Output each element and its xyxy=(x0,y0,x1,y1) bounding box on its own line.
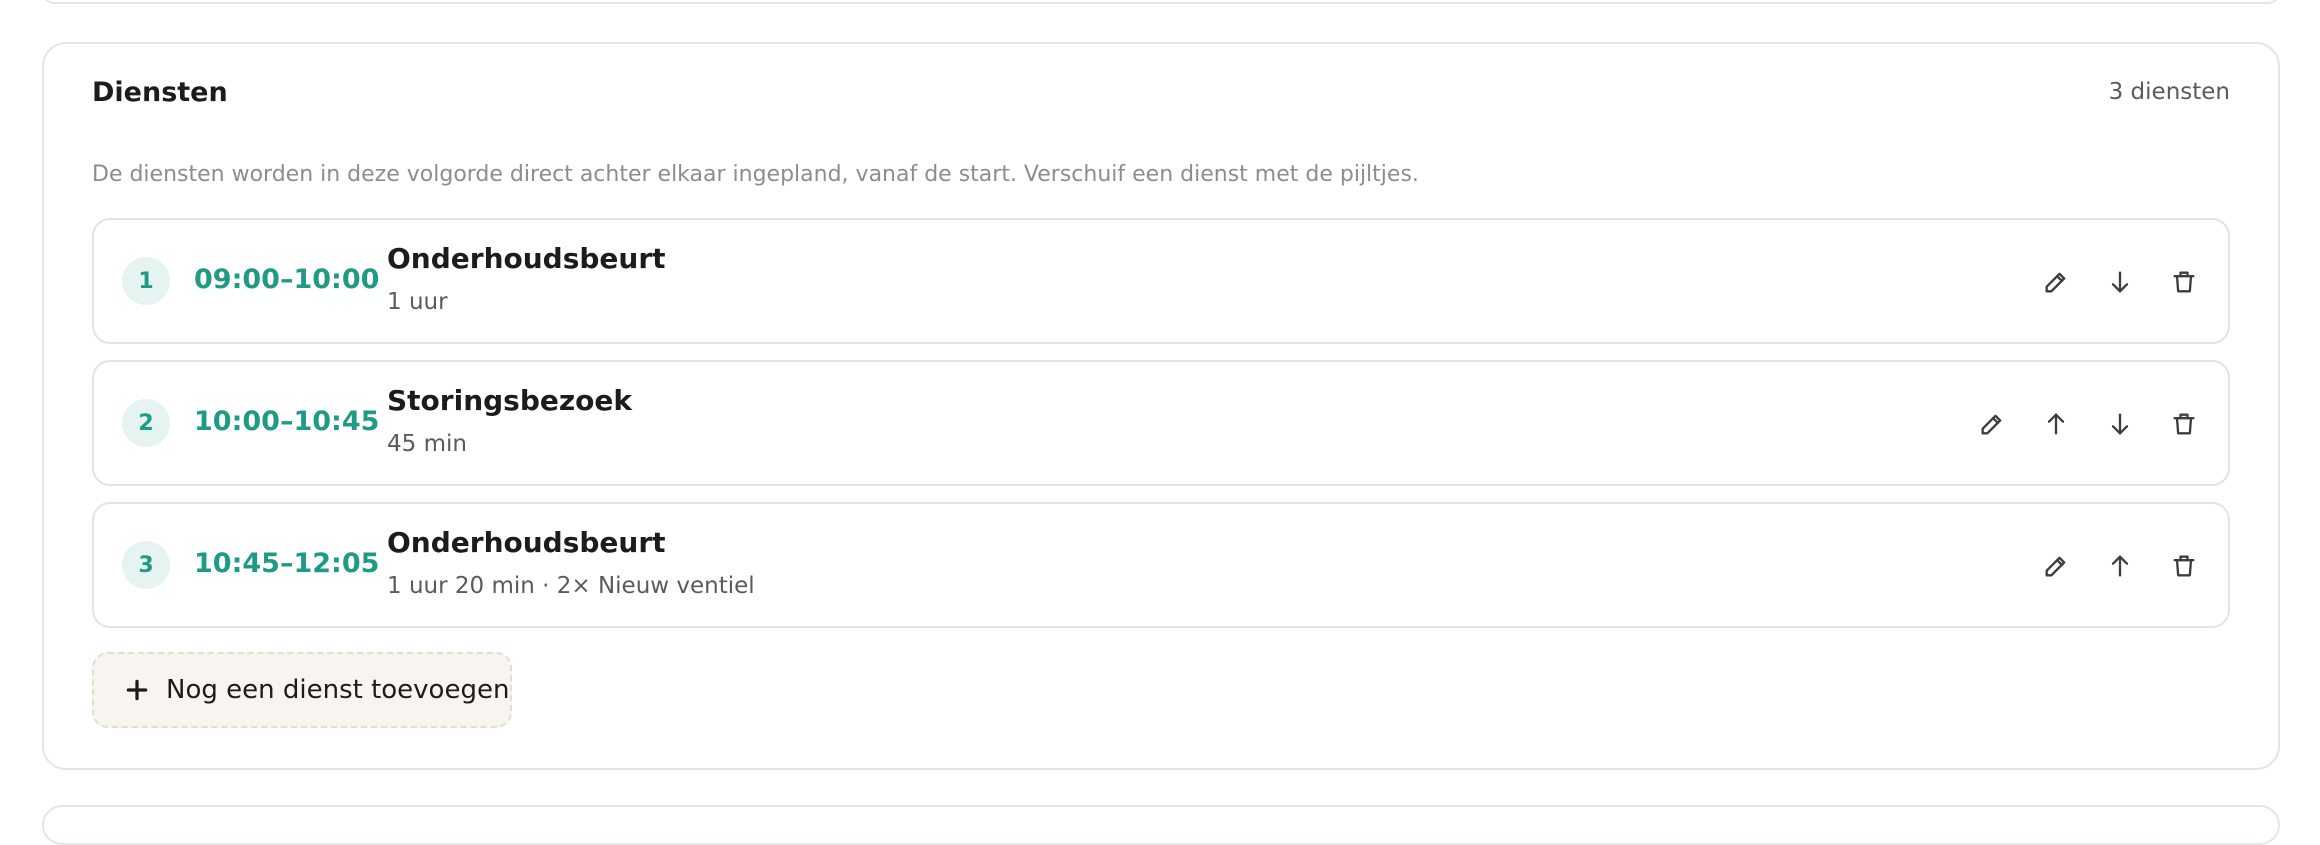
service-time: 10:00–10:45 xyxy=(194,406,380,437)
service-actions xyxy=(2032,534,2208,598)
service-info: Onderhoudsbeurt 1 uur 20 min · 2× Nieuw … xyxy=(387,526,755,599)
next-card xyxy=(42,805,2280,845)
services-list: 1 09:00–10:00 Onderhoudsbeurt 1 uur 2 10… xyxy=(92,218,2230,644)
service-meta: 45 min xyxy=(387,431,467,457)
delete-service-button[interactable] xyxy=(2160,392,2208,456)
add-service-label: Nog een dienst toevoegen xyxy=(166,675,510,705)
service-time: 09:00–10:00 xyxy=(194,264,380,295)
card-title: Diensten xyxy=(92,76,228,108)
service-name: Storingsbezoek xyxy=(387,384,633,417)
plus-icon xyxy=(124,677,150,703)
move-down-button[interactable] xyxy=(2096,392,2144,456)
arrow-down-icon xyxy=(2111,271,2129,293)
service-info: Storingsbezoek 45 min xyxy=(387,384,632,457)
add-service-button[interactable]: Nog een dienst toevoegen xyxy=(92,652,512,728)
services-count: 3 diensten xyxy=(2108,79,2230,105)
edit-service-button[interactable] xyxy=(2032,250,2080,314)
service-name: Onderhoudsbeurt xyxy=(387,526,666,559)
service-row: 3 10:45–12:05 Onderhoudsbeurt 1 uur 20 m… xyxy=(92,502,2230,628)
service-row: 2 10:00–10:45 Storingsbezoek 45 min xyxy=(92,360,2230,486)
edit-service-button[interactable] xyxy=(1968,392,2016,456)
previous-card xyxy=(42,0,2280,4)
service-row: 1 09:00–10:00 Onderhoudsbeurt 1 uur xyxy=(92,218,2230,344)
delete-service-button[interactable] xyxy=(2160,534,2208,598)
pencil-icon xyxy=(2045,272,2066,293)
service-meta: 1 uur xyxy=(387,289,448,315)
service-actions xyxy=(1968,392,2208,456)
service-info: Onderhoudsbeurt 1 uur xyxy=(387,242,666,315)
arrow-down-icon xyxy=(2111,413,2129,435)
service-time: 10:45–12:05 xyxy=(194,548,380,579)
trash-icon xyxy=(2173,555,2195,577)
move-down-button[interactable] xyxy=(2096,250,2144,314)
move-up-button[interactable] xyxy=(2032,392,2080,456)
trash-icon xyxy=(2173,271,2195,293)
service-index-badge: 3 xyxy=(122,541,170,589)
service-index-badge: 2 xyxy=(122,399,170,447)
pencil-icon xyxy=(2045,556,2066,577)
service-index-badge: 1 xyxy=(122,257,170,305)
trash-icon xyxy=(2173,413,2195,435)
pencil-icon xyxy=(1981,414,2002,435)
delete-service-button[interactable] xyxy=(2160,250,2208,314)
card-header: Diensten 3 diensten xyxy=(92,74,2230,110)
card-description: De diensten worden in deze volgorde dire… xyxy=(92,162,1419,187)
edit-service-button[interactable] xyxy=(2032,534,2080,598)
service-actions xyxy=(2032,250,2208,314)
arrow-up-icon xyxy=(2111,555,2129,577)
move-up-button[interactable] xyxy=(2096,534,2144,598)
services-card: Diensten 3 diensten De diensten worden i… xyxy=(42,42,2280,770)
service-name: Onderhoudsbeurt xyxy=(387,242,666,275)
service-meta: 1 uur 20 min · 2× Nieuw ventiel xyxy=(387,573,755,599)
arrow-up-icon xyxy=(2047,413,2065,435)
